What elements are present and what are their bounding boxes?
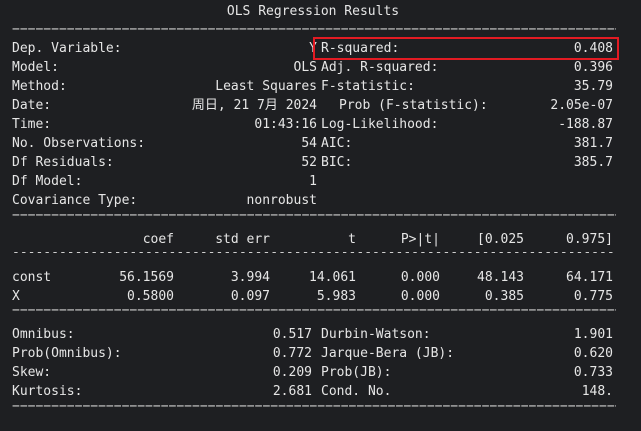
summary-label: F-statistic: <box>321 79 415 94</box>
ci-upper-value: 0.775 <box>573 289 613 304</box>
summary-row: Df Residuals: 52 BIC: 385.7 <box>12 153 616 172</box>
summary-row: Time: 01:43:16 Log-Likelihood: -188.87 <box>12 115 616 134</box>
coef-value: 0.5800 <box>127 289 174 304</box>
diagnostic-value: 0.733 <box>573 365 613 380</box>
diagnostic-label: Kurtosis: <box>12 384 83 399</box>
diagnostic-value: 0.209 <box>272 365 312 380</box>
diagnostic-label: Prob(Omnibus): <box>12 346 122 361</box>
summary-value: 2.05e-07 <box>550 98 613 113</box>
summary-row: Model: OLS Adj. R-squared: 0.396 <box>12 58 616 77</box>
summary-value: 01:43:16 <box>254 117 317 132</box>
summary-label: BIC: <box>321 155 353 170</box>
double-rule: ========================================… <box>12 405 616 413</box>
diagnostic-value: 0.772 <box>272 346 312 361</box>
t-value: 5.983 <box>316 289 356 304</box>
diagnostic-label: Jarque-Bera (JB): <box>321 346 455 361</box>
diagnostic-value: 148. <box>581 384 613 399</box>
summary-value: 385.7 <box>573 155 613 170</box>
summary-value: nonrobust <box>246 193 317 208</box>
ci-lower-value: 0.385 <box>484 289 524 304</box>
summary-row: Df Model: 1 <box>12 172 616 191</box>
diagnostic-row: Kurtosis: 2.681 Cond. No. 148. <box>12 382 616 401</box>
summary-value: 381.7 <box>573 136 613 151</box>
summary-row: Covariance Type: nonrobust <box>12 191 616 210</box>
summary-value: 1 <box>309 174 317 189</box>
std-err-header: std err <box>215 232 270 247</box>
std-err-value: 3.994 <box>230 270 270 285</box>
summary-value: OLS <box>293 60 317 75</box>
summary-label: AIC: <box>321 136 353 151</box>
regression-output-panel: OLS Regression Results =================… <box>0 0 641 431</box>
summary-label: Adj. R-squared: <box>321 60 439 75</box>
double-rule: ========================================… <box>12 214 616 222</box>
diagnostic-row: Skew: 0.209 Prob(JB): 0.733 <box>12 363 616 382</box>
diagnostic-label: Omnibus: <box>12 327 75 342</box>
summary-value: Least Squares <box>215 79 317 94</box>
summary-row: No. Observations: 54 AIC: 381.7 <box>12 134 616 153</box>
coef-header-row: coef std err t P>|t| [0.025 0.975] <box>12 230 616 249</box>
coef-value: 56.1569 <box>119 270 174 285</box>
diagnostic-label: Durbin-Watson: <box>321 327 431 342</box>
summary-row: Method: Least Squares F-statistic: 35.79 <box>12 77 616 96</box>
ci-upper-value: 64.171 <box>566 270 613 285</box>
diagnostic-value: 2.681 <box>272 384 312 399</box>
t-value: 14.061 <box>309 270 356 285</box>
summary-value: 周日, 21 7月 2024 <box>191 98 317 113</box>
diagnostic-row: Omnibus: 0.517 Durbin-Watson: 1.901 <box>12 325 616 344</box>
summary-value: 35.79 <box>573 79 613 94</box>
diagnostic-row: Prob(Omnibus): 0.772 Jarque-Bera (JB): 0.62… <box>12 344 616 363</box>
summary-row: Dep. Variable: Y R-squared: 0.408 <box>12 39 616 58</box>
std-err-value: 0.097 <box>230 289 270 304</box>
summary-value: Y <box>309 41 317 56</box>
ci-lower-header: [0.025 <box>477 232 524 247</box>
ci-lower-value: 48.143 <box>477 270 524 285</box>
table-row: const 56.1569 3.994 14.061 0.000 48.143 … <box>12 268 616 287</box>
coef-header: coef <box>142 232 174 247</box>
results-title: OLS Regression Results <box>226 4 400 19</box>
summary-label: R-squared: <box>321 41 400 56</box>
p-value: 0.000 <box>400 289 440 304</box>
diagnostic-label: Cond. No. <box>321 384 392 399</box>
double-rule: ========================================… <box>12 309 616 317</box>
ci-upper-header: 0.975] <box>566 232 613 247</box>
p-value: 0.000 <box>400 270 440 285</box>
t-header: t <box>348 232 356 247</box>
summary-row: Date: 周日, 21 7月 2024 Prob (F-statistic): 2.… <box>12 96 616 115</box>
diagnostic-label: Prob(JB): <box>321 365 392 380</box>
summary-value: 52 <box>301 155 317 170</box>
summary-value: 0.408 <box>573 41 613 56</box>
double-rule: ========================================… <box>12 28 616 36</box>
summary-value: 0.396 <box>573 60 613 75</box>
diagnostic-value: 1.901 <box>573 327 613 342</box>
diagnostic-value: 0.620 <box>573 346 613 361</box>
p-value-header: P>|t| <box>400 232 440 247</box>
summary-label: Log-Likelihood: <box>321 117 439 132</box>
single-rule: ----------------------------------------… <box>12 252 616 260</box>
diagnostic-value: 0.517 <box>272 327 312 342</box>
summary-value: -188.87 <box>558 117 613 132</box>
diagnostic-label: Skew: <box>12 365 52 380</box>
summary-value: 54 <box>301 136 317 151</box>
table-row: X 0.5800 0.097 5.983 0.000 0.385 0.775 <box>12 287 616 306</box>
